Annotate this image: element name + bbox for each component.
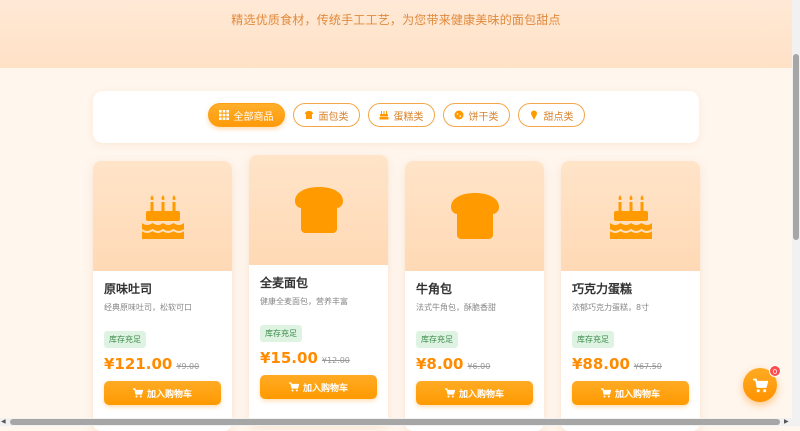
filter-label: 面包类 bbox=[318, 111, 349, 123]
original-price: ¥67.50 bbox=[633, 362, 662, 371]
filter-label: 甜点类 bbox=[543, 111, 574, 123]
horizontal-scrollbar[interactable]: ◀ ▶ bbox=[0, 418, 792, 426]
product-card[interactable]: 巧克力蛋糕 浓郁巧克力蛋糕，8寸 库存充足 ¥88.00 ¥67.50 加入购物车 bbox=[561, 161, 700, 431]
add-to-cart-label: 加入购物车 bbox=[458, 389, 504, 400]
filter-label: 蛋糕类 bbox=[393, 111, 424, 123]
filter-bread[interactable]: 面包类 bbox=[292, 103, 360, 127]
stock-badge: 库存充足 bbox=[260, 325, 302, 342]
bread-icon bbox=[450, 193, 499, 239]
product-image bbox=[561, 161, 700, 271]
hero-tagline: 精选优质食材，传统手工工艺，为您带来健康美味的面包甜点 bbox=[231, 13, 561, 27]
product-name: 牛角包 bbox=[416, 282, 453, 296]
product-price: ¥15.00 bbox=[260, 349, 318, 367]
product-image bbox=[249, 155, 388, 265]
category-filter-panel: 全部商品 面包类 蛋糕类 饼干类 甜点类 bbox=[93, 91, 699, 143]
add-to-cart-label: 加入购物车 bbox=[302, 383, 348, 394]
add-to-cart-button[interactable]: 加入购物车 bbox=[416, 381, 533, 405]
product-price-row: ¥15.00 ¥12.00 bbox=[260, 349, 350, 367]
stock-badge: 库存充足 bbox=[416, 331, 458, 348]
product-card[interactable]: 原味吐司 经典原味吐司，松软可口 库存充足 ¥121.00 ¥9.00 加入购物车 bbox=[93, 161, 232, 431]
cake-icon bbox=[141, 195, 184, 239]
cookie-icon bbox=[454, 110, 463, 120]
vertical-scrollbar[interactable] bbox=[792, 0, 800, 426]
scroll-left-arrow[interactable]: ◀ bbox=[1, 418, 6, 425]
filter-dessert[interactable]: 甜点类 bbox=[517, 103, 585, 127]
product-name: 原味吐司 bbox=[104, 282, 153, 296]
category-filter-row: 全部商品 面包类 蛋糕类 饼干类 甜点类 bbox=[93, 103, 699, 129]
shopping-cart-icon bbox=[132, 388, 143, 398]
filter-all[interactable]: 全部商品 bbox=[207, 103, 285, 127]
bread-icon bbox=[294, 187, 343, 233]
product-price: ¥88.00 bbox=[572, 355, 630, 373]
product-description: 法式牛角包，酥脆香甜 bbox=[416, 303, 496, 312]
product-price-row: ¥8.00 ¥6.00 bbox=[416, 355, 490, 373]
product-name: 全麦面包 bbox=[260, 276, 309, 290]
product-image bbox=[93, 161, 232, 271]
horizontal-scrollbar-thumb[interactable] bbox=[10, 419, 780, 425]
product-price: ¥121.00 bbox=[104, 355, 173, 373]
original-price: ¥12.00 bbox=[321, 356, 350, 365]
original-price: ¥6.00 bbox=[467, 362, 491, 371]
filter-cake[interactable]: 蛋糕类 bbox=[367, 103, 435, 127]
filter-label: 饼干类 bbox=[468, 111, 499, 123]
shopping-cart-icon bbox=[752, 378, 768, 392]
shopping-cart-icon bbox=[600, 388, 611, 398]
filter-cookie[interactable]: 饼干类 bbox=[442, 103, 510, 127]
product-description: 浓郁巧克力蛋糕，8寸 bbox=[572, 303, 650, 312]
cart-count-badge: 0 bbox=[769, 365, 781, 377]
add-to-cart-button[interactable]: 加入购物车 bbox=[260, 375, 377, 399]
shopping-cart-icon bbox=[288, 382, 299, 392]
product-price: ¥8.00 bbox=[416, 355, 464, 373]
product-description: 经典原味吐司，松软可口 bbox=[104, 303, 192, 312]
bread-icon bbox=[304, 111, 313, 119]
scroll-right-arrow[interactable]: ▶ bbox=[784, 418, 789, 425]
product-price-row: ¥88.00 ¥67.50 bbox=[572, 355, 662, 373]
product-price-row: ¥121.00 ¥9.00 bbox=[104, 355, 199, 373]
add-to-cart-button[interactable]: 加入购物车 bbox=[572, 381, 689, 405]
ice-cream-icon bbox=[530, 110, 537, 120]
stock-badge: 库存充足 bbox=[104, 331, 146, 348]
add-to-cart-label: 加入购物车 bbox=[146, 389, 192, 400]
add-to-cart-button[interactable]: 加入购物车 bbox=[104, 381, 221, 405]
filter-label: 全部商品 bbox=[233, 111, 274, 123]
product-image bbox=[405, 161, 544, 271]
grid-icon bbox=[218, 110, 229, 120]
add-to-cart-label: 加入购物车 bbox=[614, 389, 660, 400]
vertical-scrollbar-thumb[interactable] bbox=[793, 54, 799, 240]
shopping-cart-icon bbox=[444, 388, 455, 398]
cake-icon bbox=[379, 111, 388, 120]
product-description: 健康全麦面包，营养丰富 bbox=[260, 297, 348, 306]
product-card[interactable]: 全麦面包 健康全麦面包，营养丰富 库存充足 ¥15.00 ¥12.00 加入购物车 bbox=[249, 155, 388, 425]
stock-badge: 库存充足 bbox=[572, 331, 614, 348]
cake-icon bbox=[609, 195, 652, 239]
original-price: ¥9.00 bbox=[176, 362, 200, 371]
product-card[interactable]: 牛角包 法式牛角包，酥脆香甜 库存充足 ¥8.00 ¥6.00 加入购物车 bbox=[405, 161, 544, 431]
product-name: 巧克力蛋糕 bbox=[572, 282, 633, 296]
hero-banner: 精选优质食材，传统手工工艺，为您带来健康美味的面包甜点 bbox=[0, 0, 792, 68]
